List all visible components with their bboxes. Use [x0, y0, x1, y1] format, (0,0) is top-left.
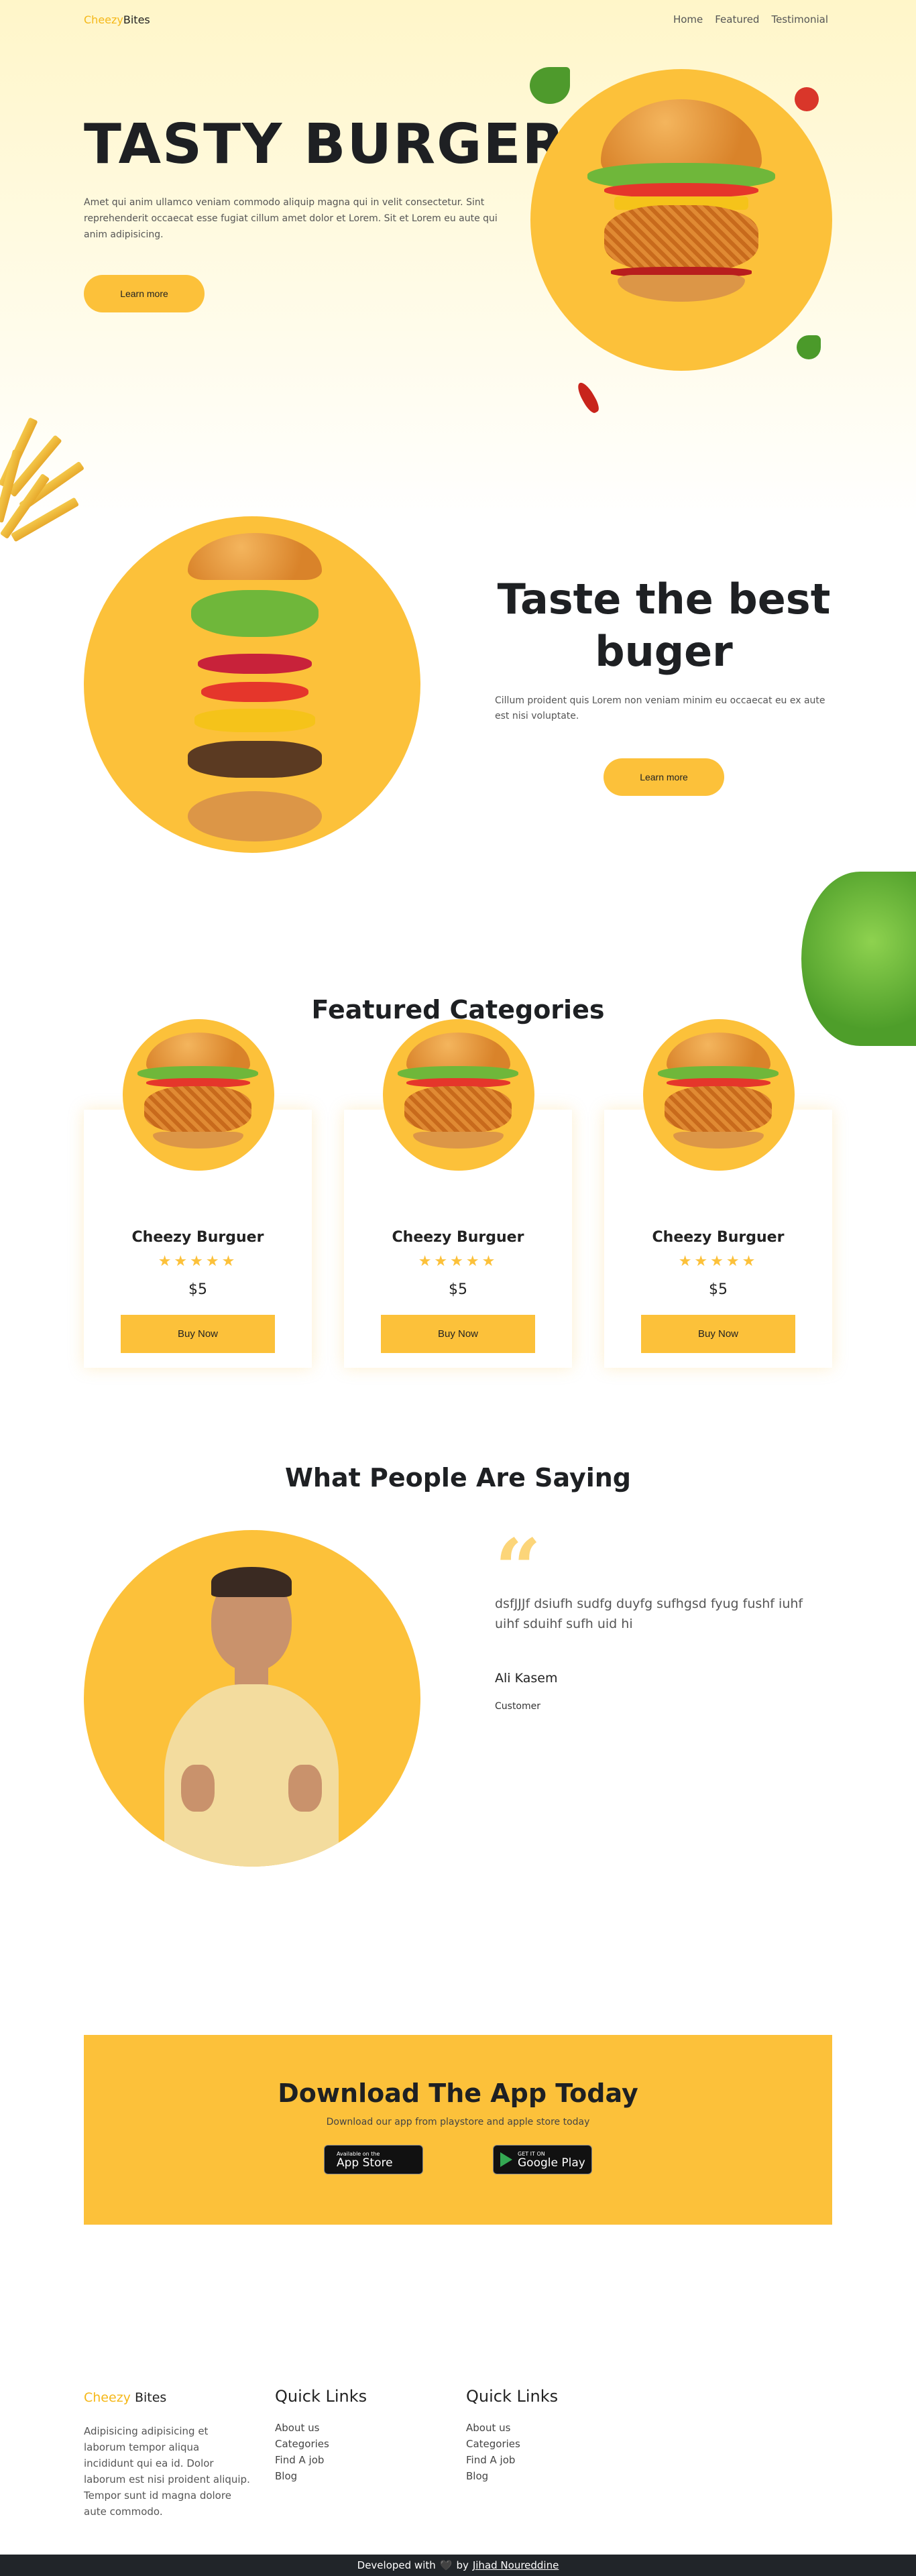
footer-link-about[interactable]: About us	[275, 2420, 367, 2436]
logo[interactable]: CheezyBites	[84, 13, 150, 26]
buy-now-button[interactable]: Buy Now	[121, 1315, 275, 1353]
testimonial-name: Ali Kasem	[495, 1671, 558, 1686]
footer-link-find-job[interactable]: Find A job	[275, 2452, 367, 2468]
star-rating-icon: ★★★★★	[678, 1253, 758, 1270]
buy-now-button[interactable]: Buy Now	[381, 1315, 535, 1353]
google-play-icon	[500, 2152, 512, 2167]
google-play-label: GET IT ON Google Play	[518, 2150, 585, 2170]
hero-title: TASTY BURGER	[84, 113, 566, 176]
download-app-banner: Download The App Today Download our app …	[84, 2035, 832, 2225]
google-play-button[interactable]: GET IT ON Google Play	[493, 2145, 592, 2174]
footer-link-categories[interactable]: Categories	[466, 2436, 558, 2452]
page: CheezyBites Home Featured Testimonial TA…	[0, 0, 916, 2576]
testimonial-title: What People Are Saying	[284, 1463, 631, 1492]
app-subtitle: Download our app from playstore and appl…	[326, 2117, 590, 2127]
testimonial-role: Customer	[495, 1701, 541, 1712]
nav-link-testimonial[interactable]: Testimonial	[771, 13, 828, 25]
developed-with-text: Developed with	[357, 2559, 436, 2571]
featured-card: Cheezy Burguer ★★★★★ $5 Buy Now	[84, 1019, 312, 1368]
card-name: Cheezy Burguer	[392, 1229, 524, 1246]
section2-learn-more-button[interactable]: Learn more	[604, 758, 724, 796]
card-price: $5	[188, 1281, 207, 1298]
buy-now-button[interactable]: Buy Now	[641, 1315, 795, 1353]
footer-links-title: Quick Links	[275, 2387, 367, 2406]
footer-text: Adipisicing adipisicing et laborum tempo…	[84, 2425, 250, 2518]
footer-link-find-job[interactable]: Find A job	[466, 2452, 558, 2468]
nav-links: Home Featured Testimonial	[673, 13, 828, 25]
logo-part-1: Cheezy	[84, 13, 123, 26]
by-text: by	[456, 2559, 469, 2571]
footer-logo[interactable]: Cheezy Bites	[84, 2390, 251, 2405]
hero-burger-circle	[530, 69, 832, 371]
heart-icon: 🖤	[439, 2559, 453, 2571]
pepper-leaf-image	[797, 335, 821, 359]
card-burger-image	[383, 1019, 534, 1171]
hero-burger-image	[577, 99, 785, 320]
basil-leaf-image	[530, 67, 570, 104]
fries-image	[0, 409, 101, 570]
app-store-label: Available on the App Store	[337, 2150, 393, 2170]
app-title: Download The App Today	[278, 2079, 638, 2108]
section2-text: Cillum proident quis Lorem non veniam mi…	[495, 695, 825, 721]
footer-link-blog[interactable]: Blog	[466, 2468, 558, 2484]
footer-link-about[interactable]: About us	[466, 2420, 558, 2436]
testimonial-text: dsfJJJf dsiufh sudfg duyfg sufhgsd fyug …	[495, 1596, 803, 1631]
star-rating-icon: ★★★★★	[418, 1253, 498, 1270]
customer-photo	[151, 1564, 352, 1867]
logo-part-2: Bites	[123, 13, 150, 26]
footer-about: Cheezy Bites Adipisicing adipisicing et …	[84, 2390, 251, 2520]
card-name: Cheezy Burguer	[131, 1229, 264, 1246]
hero-learn-more-button[interactable]: Learn more	[84, 275, 205, 312]
navbar: CheezyBites Home Featured Testimonial	[84, 12, 828, 27]
featured-card: Cheezy Burguer ★★★★★ $5 Buy Now	[344, 1019, 572, 1368]
card-price: $5	[449, 1281, 467, 1298]
section2-title: Taste the best buger	[497, 575, 831, 676]
star-rating-icon: ★★★★★	[158, 1253, 238, 1270]
footer-quick-links-1: Quick Links About us Categories Find A j…	[275, 2387, 367, 2484]
footer-link-blog[interactable]: Blog	[275, 2468, 367, 2484]
app-store-button[interactable]: Available on the App Store	[324, 2145, 423, 2174]
author-link[interactable]: Jihad Noureddine	[473, 2559, 559, 2571]
footer-quick-links-2: Quick Links About us Categories Find A j…	[466, 2387, 558, 2484]
card-burger-image	[643, 1019, 795, 1171]
exploded-burger-circle	[84, 516, 420, 853]
featured-card: Cheezy Burguer ★★★★★ $5 Buy Now	[604, 1019, 832, 1368]
card-name: Cheezy Burguer	[652, 1229, 785, 1246]
bottom-bar: Developed with 🖤 by Jihad Noureddine	[0, 2555, 916, 2576]
tomato-image	[795, 87, 819, 111]
card-price: $5	[709, 1281, 728, 1298]
nav-link-home[interactable]: Home	[673, 13, 703, 25]
customer-photo-circle	[84, 1530, 420, 1867]
footer-links-title: Quick Links	[466, 2387, 559, 2406]
card-burger-image	[123, 1019, 274, 1171]
hero-text: Amet qui anim ullamco veniam commodo ali…	[84, 197, 498, 240]
exploded-burger-image	[178, 533, 332, 848]
nav-link-featured[interactable]: Featured	[715, 13, 759, 25]
footer-link-categories[interactable]: Categories	[275, 2436, 367, 2452]
